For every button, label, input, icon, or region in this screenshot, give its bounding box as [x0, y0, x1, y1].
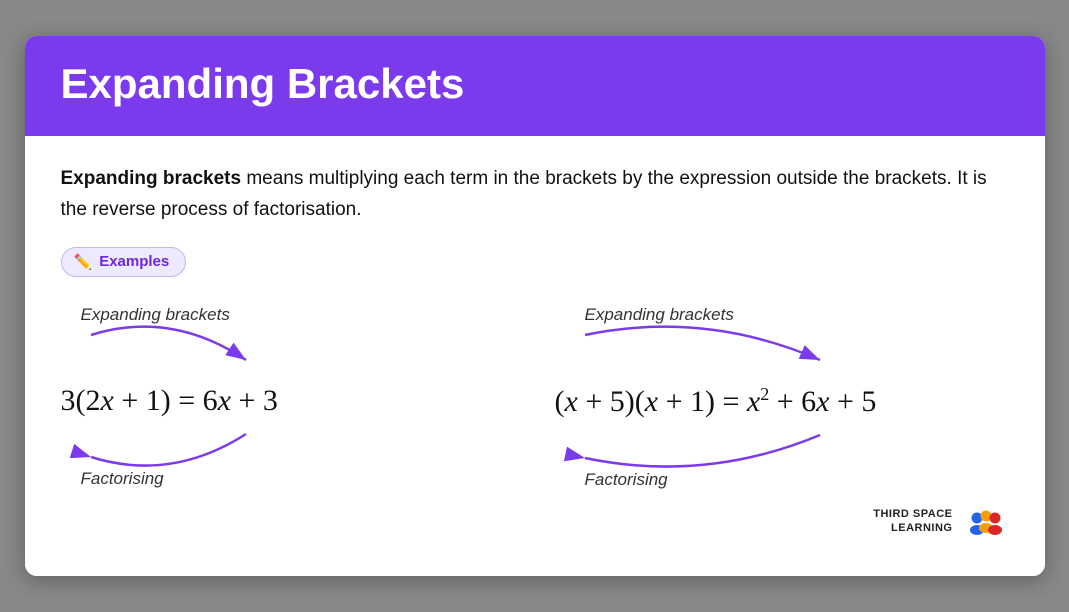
card-header: Expanding Brackets — [25, 36, 1045, 136]
definition-text: Expanding brackets means multiplying eac… — [61, 164, 1009, 225]
logo-line2: LEARNING — [891, 522, 952, 534]
example-1-label: Expanding brackets — [81, 305, 230, 325]
example-2-label: Expanding brackets — [585, 305, 734, 325]
examples-badge: ✏️ Examples — [61, 247, 187, 277]
card: Expanding Brackets Expanding brackets me… — [25, 36, 1045, 576]
example-2-expanding-arrow — [555, 325, 1009, 380]
examples-area: Expanding brackets 3(2x + 1) = 6x + 3 — [61, 305, 1009, 490]
page-title: Expanding Brackets — [61, 60, 1009, 108]
example-block-1: Expanding brackets 3(2x + 1) = 6x + 3 — [61, 305, 515, 489]
third-space-learning-logo — [963, 498, 1009, 544]
logo-line1: THIRD SPACE — [873, 508, 952, 520]
pencil-icon: ✏️ — [74, 253, 93, 271]
example-2-factorising-arrow — [555, 423, 1009, 478]
examples-badge-label: Examples — [99, 253, 169, 270]
card-body: Expanding brackets means multiplying eac… — [25, 136, 1045, 576]
logo-text: THIRD SPACE LEARNING — [873, 507, 952, 536]
example-2-math: (x + 5)(x + 1) = x2 + 6x + 5 — [555, 384, 877, 419]
definition-bold: Expanding brackets — [61, 168, 242, 189]
example-1-math: 3(2x + 1) = 6x + 3 — [61, 384, 278, 418]
example-block-2: Expanding brackets (x + 5)(x + 1) = x2 +… — [555, 305, 1009, 490]
example-1-expanding-arrow — [61, 325, 515, 380]
logo-area: THIRD SPACE LEARNING — [61, 498, 1009, 544]
example-1-factorising-arrow — [61, 422, 515, 477]
